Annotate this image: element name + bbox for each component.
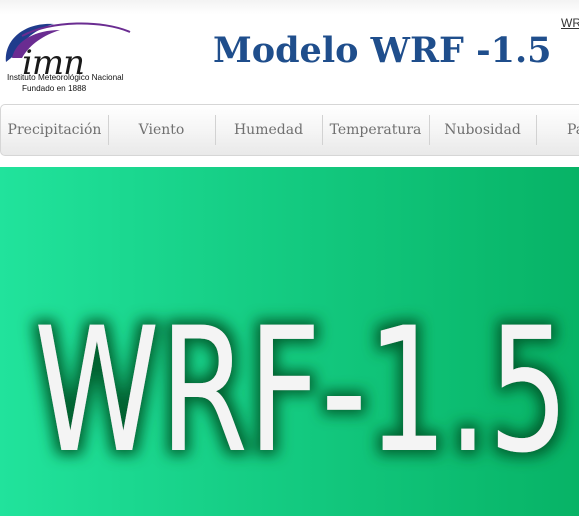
logo-founded: Fundado en 1888: [22, 84, 87, 93]
hero-banner: WRF-1.5: [0, 167, 579, 516]
nav-item-viento[interactable]: Viento: [108, 105, 215, 155]
nav-item-truncated[interactable]: Pa: [536, 105, 579, 155]
logo-org-name: Instituto Meteorológico Nacional: [7, 73, 124, 82]
site-header: imn Instituto Meteorológico Nacional Fun…: [0, 0, 579, 104]
hero-title: WRF-1.5: [34, 290, 569, 491]
nav-item-precipitacion[interactable]: Precipitación: [1, 105, 108, 155]
imn-logo[interactable]: imn Instituto Meteorológico Nacional Fun…: [2, 18, 134, 98]
nav-item-temperatura[interactable]: Temperatura: [322, 105, 429, 155]
nav-item-nubosidad[interactable]: Nubosidad: [429, 105, 536, 155]
page-title: Modelo WRF -1.5: [213, 30, 552, 71]
hero-graphic: WRF-1.5: [34, 290, 569, 491]
main-nav: Precipitación Viento Humedad Temperatura…: [0, 104, 579, 156]
top-link-wrf[interactable]: WRF: [561, 16, 579, 30]
nav-item-humedad[interactable]: Humedad: [215, 105, 322, 155]
